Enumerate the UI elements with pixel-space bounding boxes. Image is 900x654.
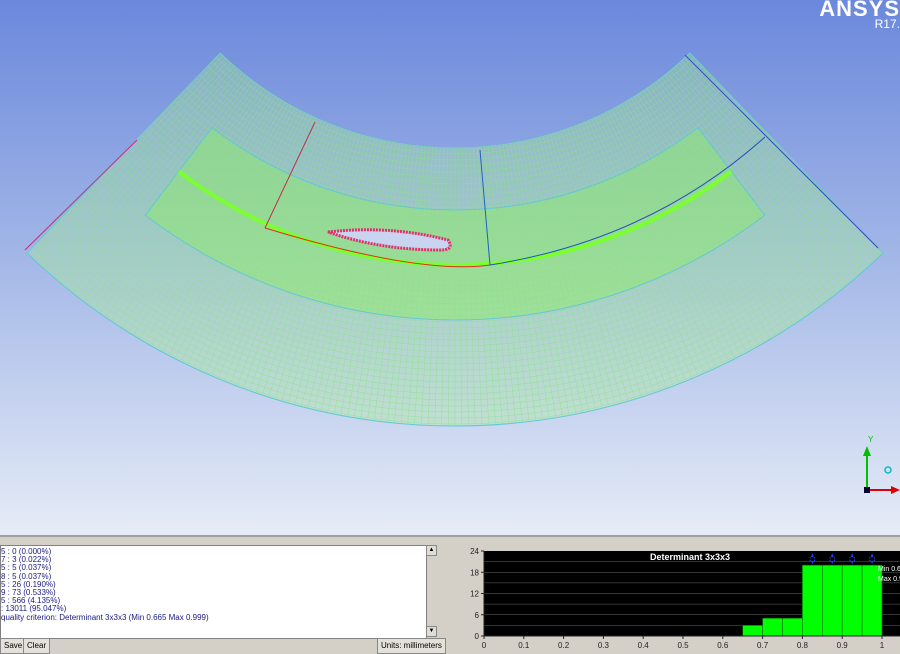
- histogram-bar: [782, 617, 803, 637]
- log-line: 9 : 73 (0.533%): [1, 588, 56, 598]
- chart-annotation: Min 0.66: [878, 566, 900, 573]
- version-label: R17.: [874, 17, 900, 31]
- y-tick-label: 6: [475, 611, 480, 620]
- y-tick-label: 24: [470, 547, 479, 556]
- x-tick-label: 0.2: [558, 641, 570, 650]
- x-tick-label: 0.1: [518, 641, 530, 650]
- svg-text:Y: Y: [868, 435, 874, 444]
- bottom-panel: 5 : 0 (0.000%) 7 : 3 (0.022%) 5 : 5 (0.037…: [0, 535, 900, 654]
- x-tick-label: 0.5: [677, 641, 689, 650]
- chart-annotation: Max 0.99: [878, 576, 900, 583]
- x-tick-label: 0: [482, 641, 487, 650]
- log-line: 5 : 26 (0.190%): [1, 579, 56, 589]
- 3d-viewport[interactable]: ANSYS R17. Y: [0, 0, 900, 535]
- log-line: 8 : 5 (0.037%): [1, 571, 52, 581]
- scroll-down-button[interactable]: ▼: [426, 626, 437, 637]
- mesh-view: [24, 52, 884, 427]
- histogram-bar: [742, 625, 763, 637]
- x-tick-label: 0.6: [717, 641, 729, 650]
- x-tick-label: 0.7: [757, 641, 769, 650]
- y-tick-label: 0: [475, 632, 480, 641]
- clear-button[interactable]: Clear: [23, 638, 51, 654]
- log-line: 7 : 3 (0.022%): [1, 555, 52, 565]
- x-tick-label: 0.8: [797, 641, 809, 650]
- histogram-bar: [821, 564, 843, 637]
- quality-histogram: Determinant 3x3x3 Min 0.66 Max 0.99 0 6 12 18 2…: [470, 547, 900, 650]
- y-tick-label: 18: [470, 568, 479, 577]
- y-tick-label: 12: [470, 590, 479, 599]
- log-line: 5 : 5 (0.037%): [1, 563, 52, 573]
- axis-triad: Y: [863, 435, 900, 494]
- log-line: 5 : 0 (0.000%): [1, 547, 52, 556]
- chart-title: Determinant 3x3x3: [650, 552, 730, 562]
- message-log[interactable]: 5 : 0 (0.000%) 7 : 3 (0.022%) 5 : 5 (0.037…: [0, 545, 427, 639]
- x-tick-label: 0.9: [837, 641, 849, 650]
- histogram-bar: [762, 617, 783, 637]
- log-line: quality criterion: Determinant 3x3x3 (Mi…: [1, 612, 209, 622]
- x-tick-label: 0.3: [598, 641, 610, 650]
- histogram-bar: [802, 564, 823, 637]
- units-button[interactable]: Units: millimeters: [377, 638, 446, 654]
- scroll-up-button[interactable]: ▲: [426, 545, 437, 556]
- histogram-bar: [841, 564, 863, 637]
- x-tick-label: 0.4: [638, 641, 650, 650]
- x-tick-label: 1: [880, 641, 885, 650]
